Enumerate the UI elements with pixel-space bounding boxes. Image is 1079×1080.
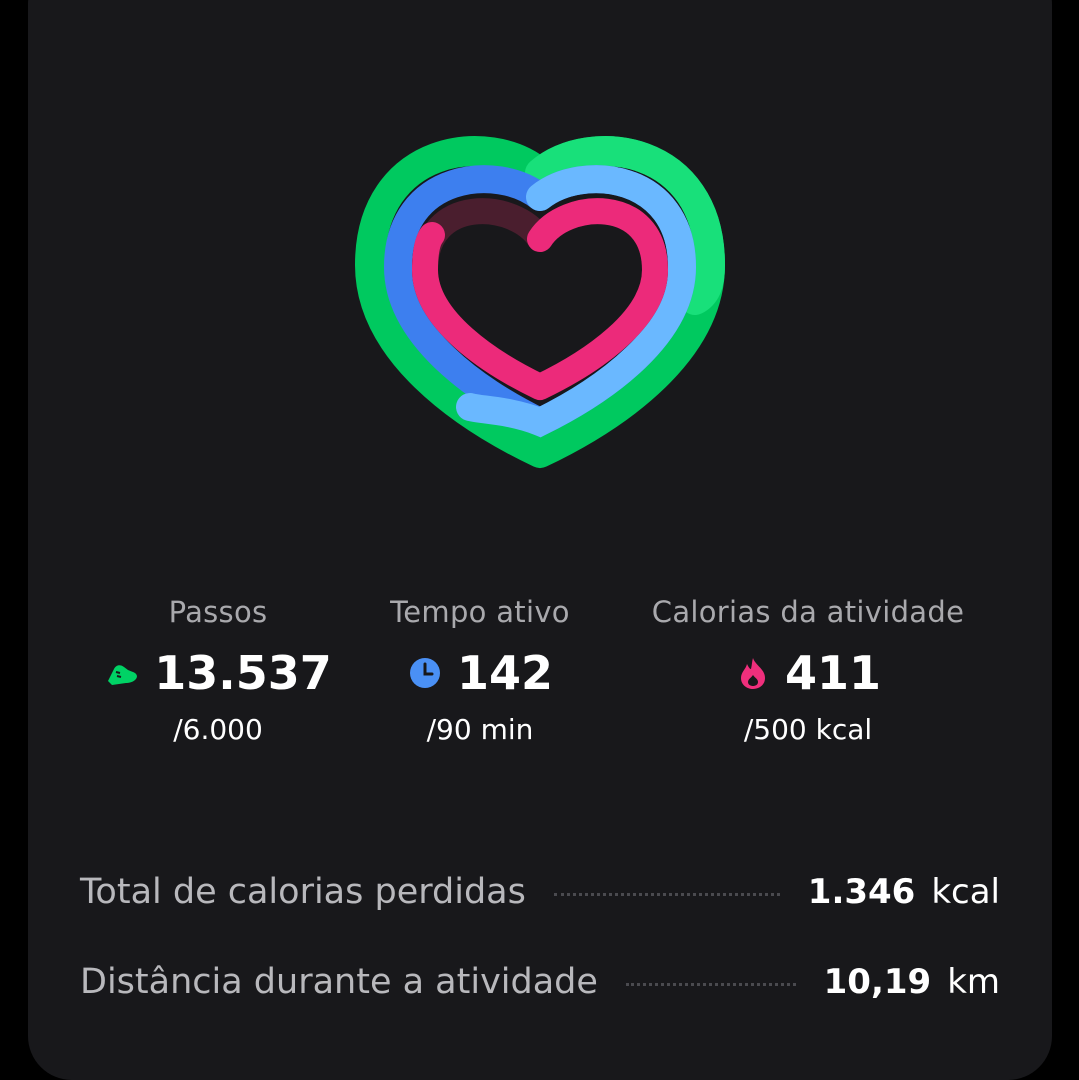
stat-calories[interactable]: Calorias da atividade 411 /500 kcal: [648, 590, 968, 752]
detail-distance-number: 10,19: [823, 962, 932, 1002]
stat-calories-label: Calorias da atividade: [651, 595, 965, 629]
dotted-leader: [553, 892, 780, 896]
stat-steps-label: Passos: [168, 595, 268, 629]
activity-heart-rings[interactable]: [340, 135, 740, 480]
detail-total-calories-unit: kcal: [931, 872, 1000, 912]
detail-distance-value: 10,19 km: [824, 962, 1000, 1002]
detail-row-total-calories[interactable]: Total de calorias perdidas 1.346 kcal: [80, 862, 1000, 922]
detail-total-calories-number: 1.346: [807, 872, 916, 912]
clock-icon: [407, 655, 443, 691]
detail-total-calories-value: 1.346 kcal: [808, 872, 1000, 912]
detail-row-distance[interactable]: Distância durante a atividade 10,19 km: [80, 952, 1000, 1012]
detail-total-calories-label: Total de calorias perdidas: [80, 872, 526, 912]
stat-active-time[interactable]: Tempo ativo 142 /90 min: [385, 590, 575, 752]
stat-calories-goal: /500 kcal: [743, 713, 873, 746]
stat-calories-value: 411: [784, 646, 882, 700]
stat-steps-goal: /6.000: [173, 713, 263, 746]
detail-distance-label: Distância durante a atividade: [80, 962, 598, 1002]
dotted-leader: [625, 982, 796, 986]
stat-active-time-value: 142: [456, 646, 554, 700]
stat-steps[interactable]: Passos 13.537 /6.000: [108, 590, 332, 752]
stat-steps-value: 13.537: [154, 646, 332, 700]
detail-distance-unit: km: [947, 962, 1000, 1002]
shoe-icon: [104, 655, 140, 691]
stat-active-time-label: Tempo ativo: [390, 595, 570, 629]
flame-icon: [735, 655, 771, 691]
stat-active-time-goal: /90 min: [426, 713, 534, 746]
stats-section: Passos 13.537 /6.000 Tempo ativo 142 /90…: [0, 590, 1079, 770]
